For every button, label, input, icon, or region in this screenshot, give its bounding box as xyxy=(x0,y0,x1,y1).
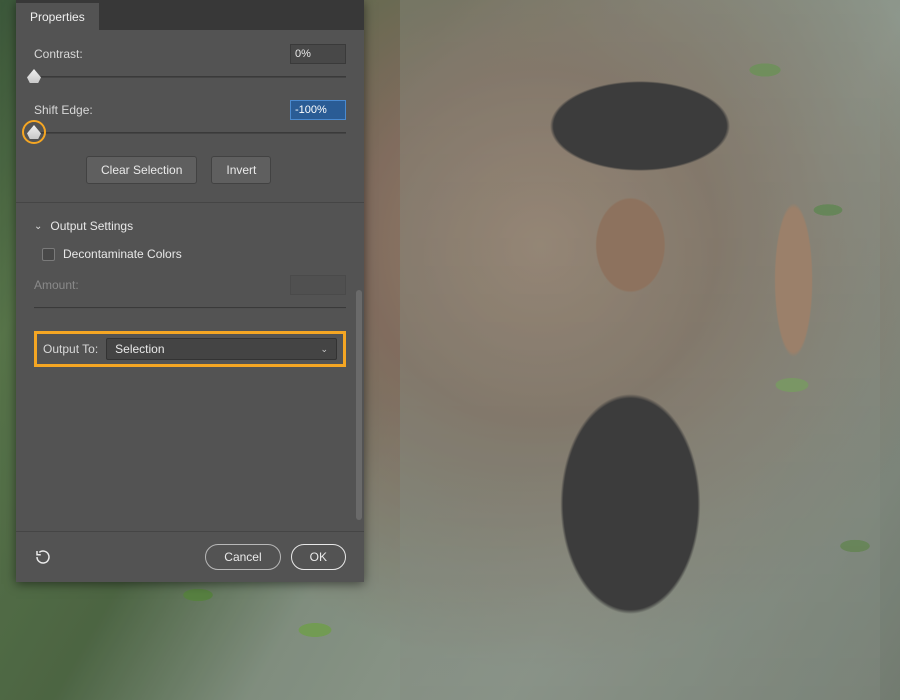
decontaminate-label: Decontaminate Colors xyxy=(63,247,182,261)
decontaminate-checkbox[interactable] xyxy=(42,248,55,261)
shift-edge-label: Shift Edge: xyxy=(34,103,93,117)
contrast-value[interactable] xyxy=(290,44,346,64)
output-to-highlight: Output To: Selection ⌄ xyxy=(34,331,346,367)
contrast-thumb[interactable] xyxy=(27,69,41,83)
panel-footer: Cancel OK xyxy=(16,531,364,582)
clear-selection-button[interactable]: Clear Selection xyxy=(86,156,197,184)
panel-body: Contrast: Shift Edge: Clear Selection In… xyxy=(16,30,364,531)
selection-buttons: Clear Selection Invert xyxy=(86,156,346,184)
shift-edge-value[interactable] xyxy=(290,100,346,120)
properties-panel: Properties Contrast: Shift Edge: Clear S… xyxy=(16,0,364,582)
amount-slider xyxy=(34,299,346,317)
amount-row: Amount: xyxy=(34,275,346,295)
output-to-selected: Selection xyxy=(115,342,164,356)
invert-button[interactable]: Invert xyxy=(211,156,271,184)
ok-button[interactable]: OK xyxy=(291,544,346,570)
contrast-label: Contrast: xyxy=(34,47,83,61)
output-to-select[interactable]: Selection ⌄ xyxy=(106,338,337,360)
amount-track xyxy=(34,307,346,309)
amount-value xyxy=(290,275,346,295)
shift-edge-row: Shift Edge: xyxy=(34,100,346,120)
shift-edge-slider[interactable] xyxy=(34,124,346,142)
section-divider xyxy=(16,202,364,203)
output-settings-header[interactable]: ⌄ Output Settings xyxy=(34,219,346,233)
shift-edge-track xyxy=(34,132,346,134)
tab-properties[interactable]: Properties xyxy=(16,3,99,30)
decontaminate-row[interactable]: Decontaminate Colors xyxy=(42,247,346,261)
amount-label: Amount: xyxy=(34,278,79,292)
panel-scrollbar[interactable] xyxy=(356,290,362,520)
footer-buttons: Cancel OK xyxy=(205,544,346,570)
reset-icon[interactable] xyxy=(34,548,52,566)
contrast-track xyxy=(34,76,346,78)
output-to-row: Output To: Selection ⌄ xyxy=(43,338,337,360)
chevron-down-icon: ⌄ xyxy=(34,221,42,232)
output-to-label: Output To: xyxy=(43,342,98,356)
contrast-slider[interactable] xyxy=(34,68,346,86)
cancel-button[interactable]: Cancel xyxy=(205,544,280,570)
panel-tab-bar: Properties xyxy=(16,0,364,30)
chevron-down-icon: ⌄ xyxy=(320,344,328,355)
output-settings-label: Output Settings xyxy=(50,219,133,233)
contrast-row: Contrast: xyxy=(34,44,346,64)
